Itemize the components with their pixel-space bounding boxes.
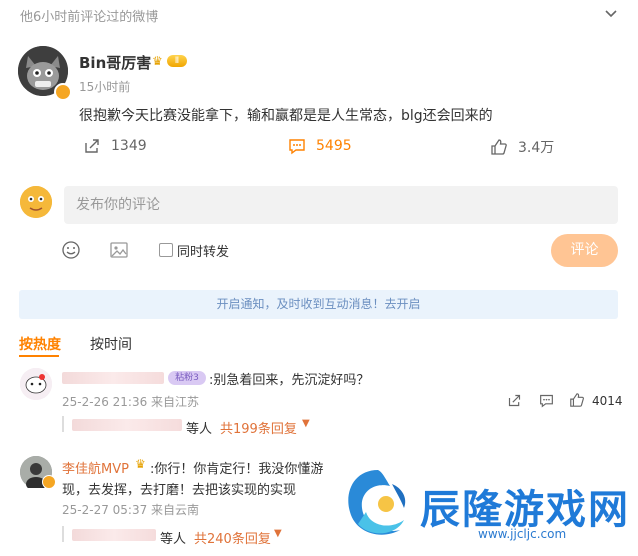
reply-users-suffix: 等人 bbox=[160, 532, 187, 547]
post-content: 很抱歉今天比赛没能拿下，输和赢都是是人生常态，blg还会回来的 bbox=[79, 108, 493, 124]
commenter-name[interactable]: 李佳航MVP bbox=[62, 458, 129, 477]
blurred-username[interactable] bbox=[62, 372, 164, 384]
chevron-down-icon[interactable] bbox=[604, 6, 618, 20]
history-label: 他6小时前评论过的微博 bbox=[20, 10, 159, 25]
comment-text: :别急着回来，先沉淀好吗？ bbox=[209, 373, 370, 388]
emoji-icon[interactable] bbox=[61, 240, 81, 260]
reply-divider bbox=[62, 526, 64, 542]
comment-input[interactable]: 发布你的评论 bbox=[64, 186, 618, 224]
cartoon-avatar-image bbox=[20, 368, 52, 400]
repost-checkbox[interactable] bbox=[159, 243, 173, 257]
notification-banner[interactable]: 开启通知，及时收到互动消息！去开启 bbox=[19, 290, 618, 319]
verified-badge-icon bbox=[54, 83, 72, 101]
level-badge: Ⅱ bbox=[167, 55, 187, 67]
repost-checkbox-label[interactable]: 同时转发 bbox=[177, 241, 229, 260]
tab-sort-time[interactable]: 按时间 bbox=[90, 334, 132, 354]
submit-comment-button[interactable]: 评论 bbox=[551, 234, 618, 267]
crown-icon: ♛ bbox=[152, 54, 163, 68]
view-replies-link[interactable]: 共199条回复 bbox=[220, 418, 297, 437]
fan-badge: 粘粉3 bbox=[168, 371, 206, 385]
repost-button[interactable]: 1349 bbox=[83, 137, 147, 155]
reply-users-suffix: 等人 bbox=[186, 422, 213, 437]
comment-count: 5495 bbox=[316, 138, 352, 154]
tab-sort-hot[interactable]: 按热度 bbox=[19, 334, 61, 354]
watermark-url: www.jjcljc.com bbox=[478, 527, 567, 541]
share-icon bbox=[85, 139, 99, 153]
commenter-avatar[interactable] bbox=[20, 368, 52, 400]
my-avatar bbox=[20, 186, 52, 218]
reply-divider bbox=[62, 416, 64, 432]
blurred-reply-users bbox=[72, 419, 182, 431]
like-count: 3.4万 bbox=[518, 140, 555, 156]
comment-time: 25-2-27 05:37 来自云南 bbox=[62, 503, 200, 517]
comment-text-continued: 现，去发挥，去打磨！去把该实现的实现 bbox=[62, 483, 297, 498]
comment-text: :你行！你肯定行！我没你懂游 bbox=[150, 462, 324, 477]
caret-down-icon[interactable]: ▼ bbox=[274, 528, 282, 539]
tab-active-indicator bbox=[19, 355, 59, 357]
emoji-face-avatar bbox=[20, 186, 52, 218]
thumbs-up-icon bbox=[491, 139, 507, 155]
blurred-reply-users bbox=[72, 529, 156, 541]
comment-time: 25-2-26 21:36 来自江苏 bbox=[62, 395, 200, 409]
watermark-logo-icon bbox=[348, 470, 406, 535]
post-time[interactable]: 15小时前 bbox=[79, 78, 130, 95]
crown-icon: ♛ bbox=[135, 457, 146, 471]
reply-icon[interactable] bbox=[539, 393, 554, 408]
caret-down-icon[interactable]: ▼ bbox=[302, 418, 310, 429]
share-icon[interactable] bbox=[507, 393, 522, 408]
like-button[interactable]: 3.4万 bbox=[490, 137, 554, 157]
comment-button[interactable]: 5495 bbox=[288, 137, 352, 155]
author-name[interactable]: Bin哥厉害 bbox=[79, 52, 151, 73]
verified-badge-icon bbox=[42, 475, 56, 489]
thumbs-up-icon[interactable] bbox=[569, 392, 585, 408]
image-icon[interactable] bbox=[109, 240, 129, 260]
view-replies-link[interactable]: 共240条回复 bbox=[194, 528, 271, 547]
comment-icon bbox=[289, 139, 305, 155]
repost-count: 1349 bbox=[111, 138, 147, 154]
comment-like-count: 4014 bbox=[592, 394, 623, 408]
